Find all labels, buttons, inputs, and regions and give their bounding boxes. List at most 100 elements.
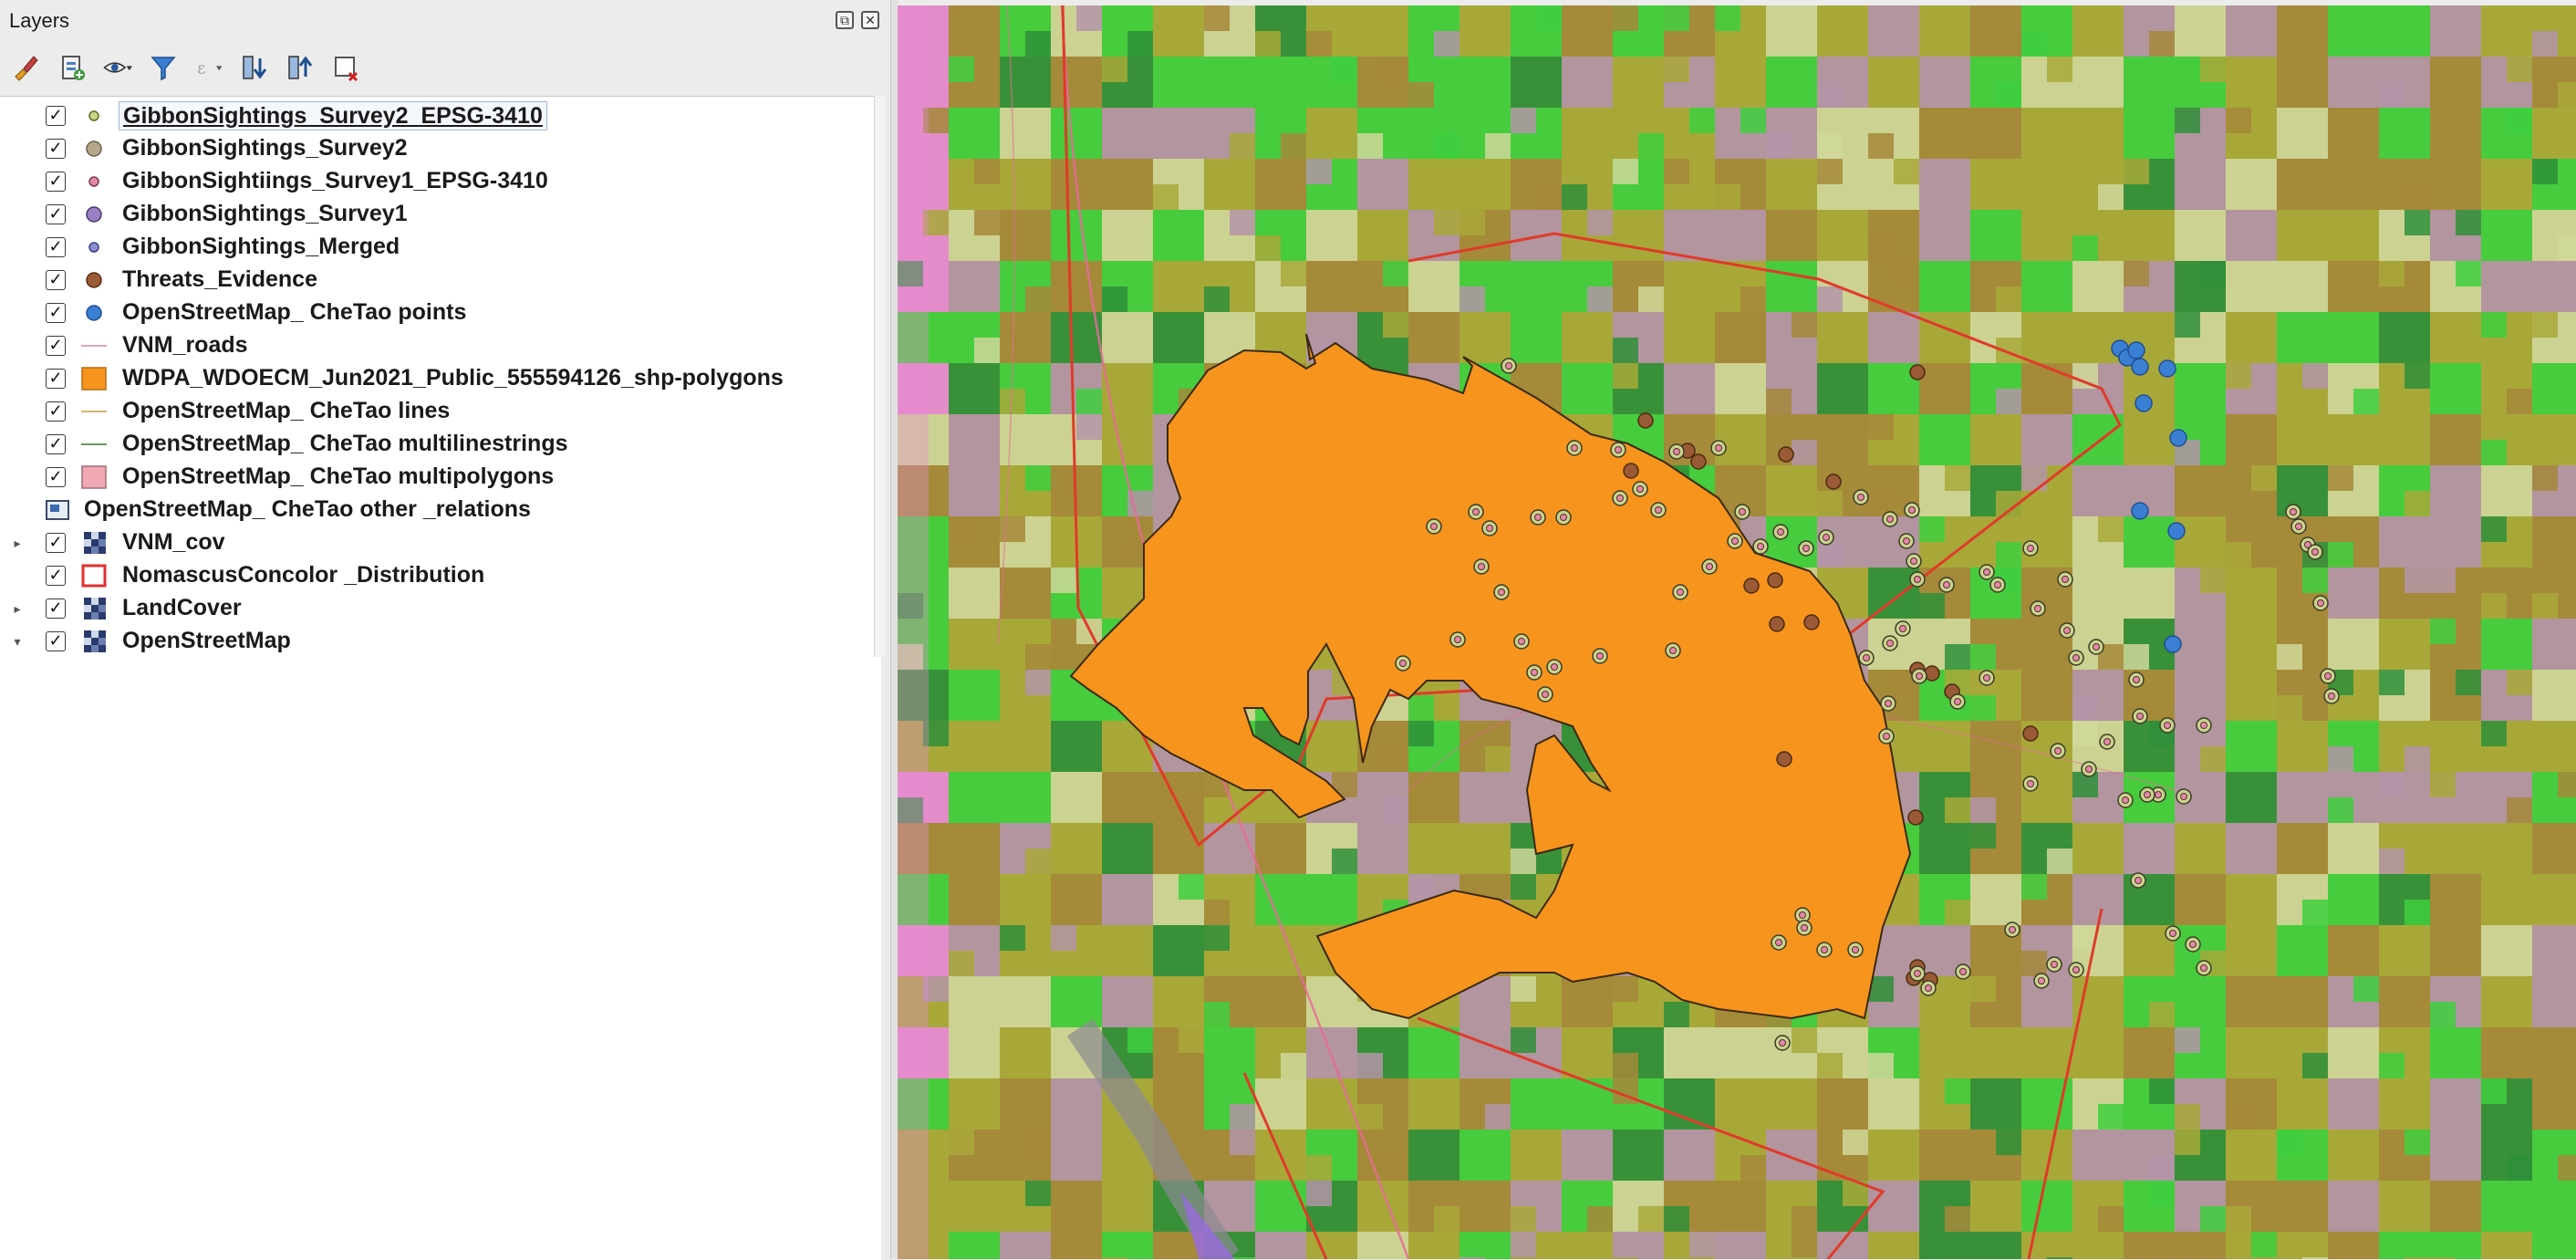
layer-row[interactable]: ▸ ✓ LandCover [0,592,881,625]
layer-visibility-checkbox[interactable]: ✓ [46,139,66,159]
layer-visibility-checkbox[interactable]: ✓ [46,533,66,553]
layer-row[interactable]: ✓ GibbonSightings_Survey2_EPSG-3410 [0,99,881,132]
expand-arrow-icon[interactable]: ▸ [11,535,24,551]
layer-visibility-checkbox[interactable]: ✓ [46,172,66,192]
layer-symbol [80,564,108,588]
sighting-point-center [2328,692,2335,700]
layer-row[interactable]: ✓ GibbonSightings_Survey2 [0,132,881,165]
layer-visibility-checkbox[interactable]: ✓ [46,204,66,224]
layer-tree-scrollbar[interactable] [874,96,886,657]
layer-row[interactable]: ✓ OpenStreetMap_ CheTao points [0,297,881,329]
layer-row[interactable]: ✓ VNM_roads [0,329,881,362]
layer-visibility-checkbox[interactable]: ✓ [46,106,66,126]
sighting-point-center [1518,638,1525,645]
point-symbol-icon [86,141,102,157]
layer-row[interactable]: ✓ OpenStreetMap_ CheTao multipolygons [0,461,881,494]
layer-row[interactable]: ▸ ✓ VNM_cov [0,526,881,559]
float-panel-button[interactable]: ⧉ [836,11,854,29]
layer-visibility-checkbox[interactable]: ✓ [46,631,66,651]
threat-point [1637,412,1654,429]
point-symbol-icon [88,110,99,121]
layer-row[interactable]: ✓ GibbonSightiings_Survey1_EPSG-3410 [0,165,881,198]
sighting-point-center [1472,508,1480,515]
layer-visibility-checkbox[interactable]: ✓ [46,369,66,389]
layer-symbol [44,498,71,522]
layer-label: OpenStreetMap_ CheTao lines [122,398,451,423]
layer-row[interactable]: ✓ GibbonSightings_Survey1 [0,198,881,231]
collapse-arrow-icon[interactable]: ▾ [11,633,24,650]
point-symbol-icon [88,176,99,187]
layer-visibility-checkbox[interactable]: ✓ [46,566,66,586]
add-group-button[interactable] [55,50,89,85]
sighting-point-center [1571,444,1578,452]
sighting-point-center [1925,984,1932,992]
sighting-point-center [1399,660,1407,667]
visibility-button[interactable] [100,50,135,85]
sighting-point-center [1677,588,1684,596]
expand-arrow-icon[interactable]: ▸ [11,600,24,617]
layer-tree[interactable]: ✓ GibbonSightings_Survey2_EPSG-3410 ✓ Gibbo… [0,96,881,1260]
layer-symbol [80,203,108,226]
sighting-point-center [1903,537,1910,545]
outline-symbol-icon [81,564,107,588]
layer-row[interactable]: ✓ OpenStreetMap_ CheTao multilinestrings [0,428,881,461]
point-symbol-icon [86,272,102,288]
sighting-point-center [2122,797,2129,804]
layer-row[interactable]: ✓ WDPA_WDOECM_Jun2021_Public_555594126_sh… [0,362,881,395]
sighting-point-center [2155,791,2162,798]
layer-label: OpenStreetMap [122,628,291,653]
layer-visibility-checkbox[interactable]: ✓ [46,336,66,356]
layer-row[interactable]: ✓ OpenStreetMap_ CheTao lines [0,395,881,428]
layer-label: Threats_Evidence [122,266,317,292]
layer-visibility-checkbox[interactable]: ✓ [46,237,66,257]
layer-label: OpenStreetMap_ CheTao other _relations [84,496,531,522]
layer-label: VNM_cov [122,529,225,555]
sighting-point-center [1673,448,1680,455]
filter-expression-button[interactable]: ε [192,50,226,85]
sighting-point-center [2200,964,2207,972]
sighting-point-center [1916,672,1923,680]
close-panel-button[interactable]: ✕ [861,11,879,29]
layer-visibility-checkbox[interactable]: ✓ [46,467,66,487]
sighting-point-center [2062,576,2069,583]
sighting-point-center [2038,977,2045,984]
sighting-point-center [1454,636,1461,643]
sighting-point-center [2034,605,2041,612]
style-manager-button[interactable] [9,50,44,85]
expand-all-button[interactable] [237,50,272,85]
sighting-point-center [1531,669,1538,676]
sighting-point-center [1779,1039,1786,1047]
layer-row[interactable]: ✓ NomascusConcolor _Distribution [0,559,881,592]
raster-symbol-icon [84,630,106,652]
sighting-point-center [2072,966,2080,974]
layer-row[interactable]: ✓ GibbonSightings_Merged [0,231,881,264]
layer-visibility-checkbox[interactable]: ✓ [46,434,66,454]
layer-visibility-checkbox[interactable]: ✓ [46,303,66,323]
map-canvas[interactable] [898,5,2576,1259]
sighting-point-center [1478,563,1485,570]
filter-button[interactable] [146,50,181,85]
layer-visibility-checkbox[interactable]: ✓ [46,599,66,619]
layer-row[interactable]: ▾ ✓ OpenStreetMap [0,625,881,658]
raster-symbol-icon [84,532,106,554]
layer-visibility-checkbox[interactable]: ✓ [46,270,66,290]
layer-row[interactable]: OpenStreetMap_ CheTao other _relations [0,494,881,526]
sighting-point-center [1706,563,1713,570]
layer-symbol [80,268,108,292]
layer-symbol [80,597,108,620]
fill-symbol-icon [81,465,107,489]
sighting-point-center [2324,672,2332,680]
threat-point [1743,578,1760,594]
sighting-point-center [1899,625,1906,632]
threat-point [1803,614,1820,630]
layer-visibility-checkbox[interactable]: ✓ [46,401,66,422]
collapse-all-button[interactable] [283,50,317,85]
remove-layer-button[interactable] [328,50,363,85]
collapse-all-icon [288,56,313,79]
layer-symbol [80,432,108,456]
sighting-point-center [1802,545,1810,552]
threat-point [1825,474,1842,490]
layer-row[interactable]: ✓ Threats_Evidence [0,264,881,297]
filter-icon [151,57,176,81]
line-symbol-icon [81,345,107,347]
